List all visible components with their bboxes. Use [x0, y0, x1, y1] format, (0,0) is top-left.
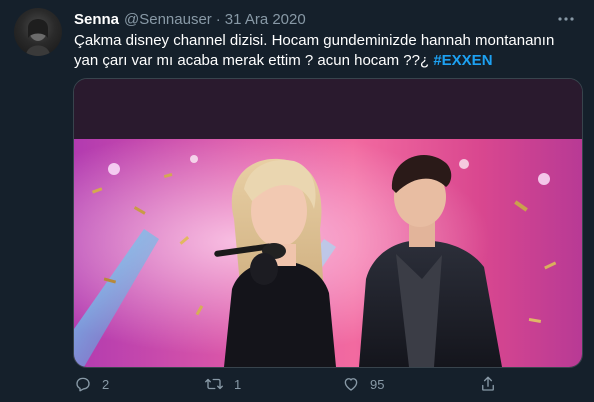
tweet-header: Senna @Sennauser · 31 Ara 2020 — [74, 9, 578, 29]
tweet-text-line-1: Çakma disney channel dizisi. Hocam gunde… — [74, 32, 555, 49]
author-name[interactable]: Senna — [74, 11, 119, 28]
reply-icon — [74, 375, 92, 393]
like-button[interactable]: 95 — [342, 372, 384, 396]
reply-count: 2 — [102, 376, 110, 392]
avatar[interactable] — [14, 8, 62, 56]
avatar-image — [26, 19, 50, 56]
share-button[interactable] — [479, 372, 497, 396]
retweet-count: 1 — [234, 376, 242, 392]
hashtag-link[interactable]: #EXXEN — [433, 52, 492, 69]
author-handle[interactable]: @Sennauser — [124, 11, 212, 28]
more-horizontal-icon[interactable] — [556, 9, 576, 29]
tweet-actions: 2 1 95 — [74, 372, 504, 396]
tweet-date[interactable]: 31 Ara 2020 — [225, 11, 306, 28]
retweet-button[interactable]: 1 — [204, 372, 241, 396]
like-count: 95 — [370, 376, 385, 392]
retweet-icon — [204, 375, 224, 393]
tweet-text-line-2: yan çarı var mı acaba merak ettim ? acun… — [74, 51, 580, 71]
tweet[interactable]: Senna @Sennauser · 31 Ara 2020 Çakma dis… — [0, 0, 594, 402]
tweet-text: Çakma disney channel dizisi. Hocam gunde… — [74, 31, 580, 71]
tweet-text-line-2-content: yan çarı var mı acaba merak ettim ? acun… — [74, 52, 434, 69]
reply-button[interactable]: 2 — [74, 372, 109, 396]
separator: · — [215, 10, 221, 28]
tweet-media[interactable] — [73, 78, 583, 368]
heart-icon — [342, 375, 360, 393]
media-image — [74, 79, 582, 367]
share-icon — [479, 375, 497, 393]
